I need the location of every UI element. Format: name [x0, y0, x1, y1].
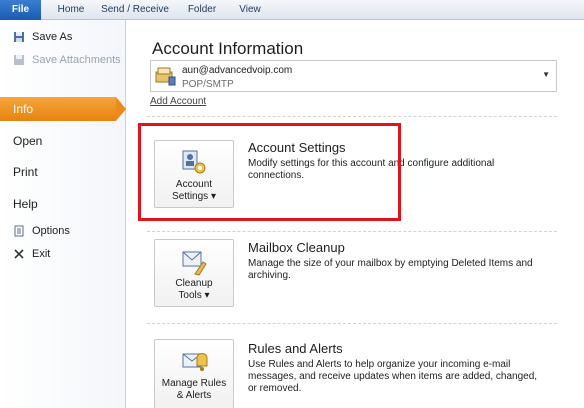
mailbox-cleanup-title: Mailbox Cleanup	[248, 240, 345, 255]
button-line: Manage Rules	[161, 378, 227, 389]
nav-save-attachments[interactable]: Save Attachments	[0, 51, 126, 69]
divider	[147, 116, 557, 117]
divider	[147, 231, 557, 232]
nav-exit[interactable]: Exit	[0, 245, 126, 263]
chevron-down-icon: ▼	[542, 70, 550, 79]
cleanup-tools-icon	[179, 248, 209, 276]
nav-print[interactable]: Print	[0, 162, 126, 182]
rules-alerts-description: Use Rules and Alerts to help organize yo…	[248, 359, 538, 394]
rules-alerts-icon	[179, 348, 209, 376]
backstage-nav: Save As Save Attachments Info Open Print…	[0, 20, 126, 408]
nav-save-as[interactable]: Save As	[0, 28, 126, 46]
annotation-highlight	[138, 123, 401, 221]
account-email: aun@advancedvoip.com	[182, 65, 293, 76]
button-line: & Alerts	[176, 390, 212, 401]
nav-help-label: Help	[13, 197, 38, 211]
exit-icon	[13, 248, 25, 260]
nav-info[interactable]: Info	[0, 97, 126, 121]
manage-rules-alerts-button-label: Manage Rules & Alerts	[155, 378, 233, 402]
nav-help[interactable]: Help	[0, 194, 126, 214]
button-line: Cleanup	[175, 278, 213, 289]
nav-open[interactable]: Open	[0, 131, 126, 151]
account-info-panel: Account Information aun@advancedvoip.com…	[127, 20, 584, 408]
tab-file[interactable]: File	[0, 0, 41, 20]
nav-save-as-label: Save As	[32, 31, 73, 43]
add-account-link[interactable]: Add Account	[150, 96, 206, 107]
cleanup-tools-button[interactable]: Cleanup Tools ▾	[154, 239, 234, 307]
nav-open-label: Open	[13, 134, 43, 148]
button-line: Tools ▾	[178, 290, 210, 301]
tab-send-receive[interactable]: Send / Receive	[98, 0, 172, 20]
account-selector[interactable]: aun@advancedvoip.com POP/SMTP ▼	[150, 60, 557, 92]
tab-folder[interactable]: Folder	[178, 0, 226, 20]
save-as-icon	[13, 31, 25, 43]
nav-options[interactable]: Options	[0, 222, 126, 240]
nav-exit-label: Exit	[32, 248, 51, 260]
save-attachments-icon	[13, 54, 25, 66]
divider	[147, 323, 557, 324]
account-type: POP/SMTP	[182, 79, 234, 90]
nav-save-attachments-label: Save Attachments	[32, 54, 121, 66]
tab-view[interactable]: View	[230, 0, 270, 20]
manage-rules-alerts-button[interactable]: Manage Rules & Alerts	[154, 339, 234, 408]
tab-home[interactable]: Home	[48, 0, 94, 20]
nav-options-label: Options	[32, 225, 70, 237]
cleanup-tools-button-label: Cleanup Tools ▾	[155, 278, 233, 302]
mailbox-icon	[154, 65, 176, 87]
ribbon-tab-bar: File Home Send / Receive Folder View	[0, 0, 584, 20]
options-icon	[13, 225, 25, 237]
rules-alerts-title: Rules and Alerts	[248, 341, 343, 356]
nav-print-label: Print	[13, 165, 38, 179]
page-title: Account Information	[152, 39, 304, 58]
mailbox-cleanup-description: Manage the size of your mailbox by empty…	[248, 258, 533, 281]
